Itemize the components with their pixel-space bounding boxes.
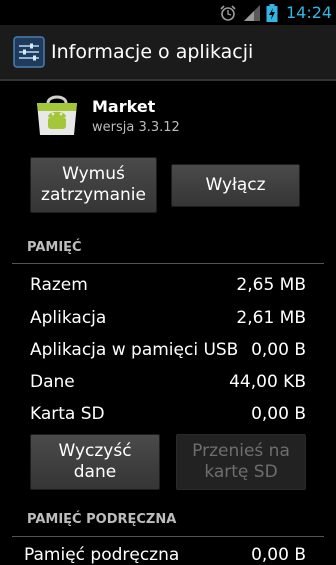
move-to-sd-button[interactable]: Przenieś na kartę SD: [176, 434, 306, 490]
market-app-icon: [34, 91, 80, 141]
cache-row-label: Pamięć podręczna: [24, 545, 180, 565]
storage-row-value: 0,00 B: [251, 404, 306, 424]
clear-data-button[interactable]: Wyczyść dane: [30, 434, 160, 490]
cache-section-header: PAMIĘĆ PODRĘCZNA: [27, 512, 177, 527]
app-version: wersja 3.3.12: [92, 120, 180, 135]
storage-row-value: 2,61 MB: [236, 308, 306, 328]
action-bar: Informacje o aplikacji: [0, 25, 336, 81]
app-name: Market: [92, 97, 156, 116]
force-stop-button[interactable]: Wymuś zatrzymanie: [30, 157, 157, 213]
storage-row-label: Aplikacja w pamięci USB: [30, 340, 239, 360]
section-divider: [12, 536, 324, 537]
disable-button[interactable]: Wyłącz: [171, 164, 300, 207]
storage-row-label: Dane: [30, 372, 75, 392]
cache-row-value: 0,00 B: [251, 545, 306, 565]
settings-icon[interactable]: [13, 36, 45, 72]
storage-row-label: Aplikacja: [30, 308, 107, 328]
storage-row-label: Razem: [30, 275, 88, 295]
battery-charging-icon: [266, 4, 278, 26]
storage-row-value: 2,65 MB: [236, 275, 306, 295]
signal-icon: [243, 4, 261, 26]
page-title: Informacje o aplikacji: [51, 41, 254, 63]
storage-section-header: PAMIĘĆ: [27, 240, 82, 255]
status-time: 14:24: [286, 3, 333, 22]
status-bar: 14:24: [0, 0, 336, 25]
section-divider: [12, 263, 324, 264]
storage-row-value: 44,00 KB: [229, 372, 306, 392]
alarm-clock-icon: [219, 4, 237, 26]
storage-row-value: 0,00 B: [251, 340, 306, 360]
storage-row-label: Karta SD: [30, 404, 105, 424]
